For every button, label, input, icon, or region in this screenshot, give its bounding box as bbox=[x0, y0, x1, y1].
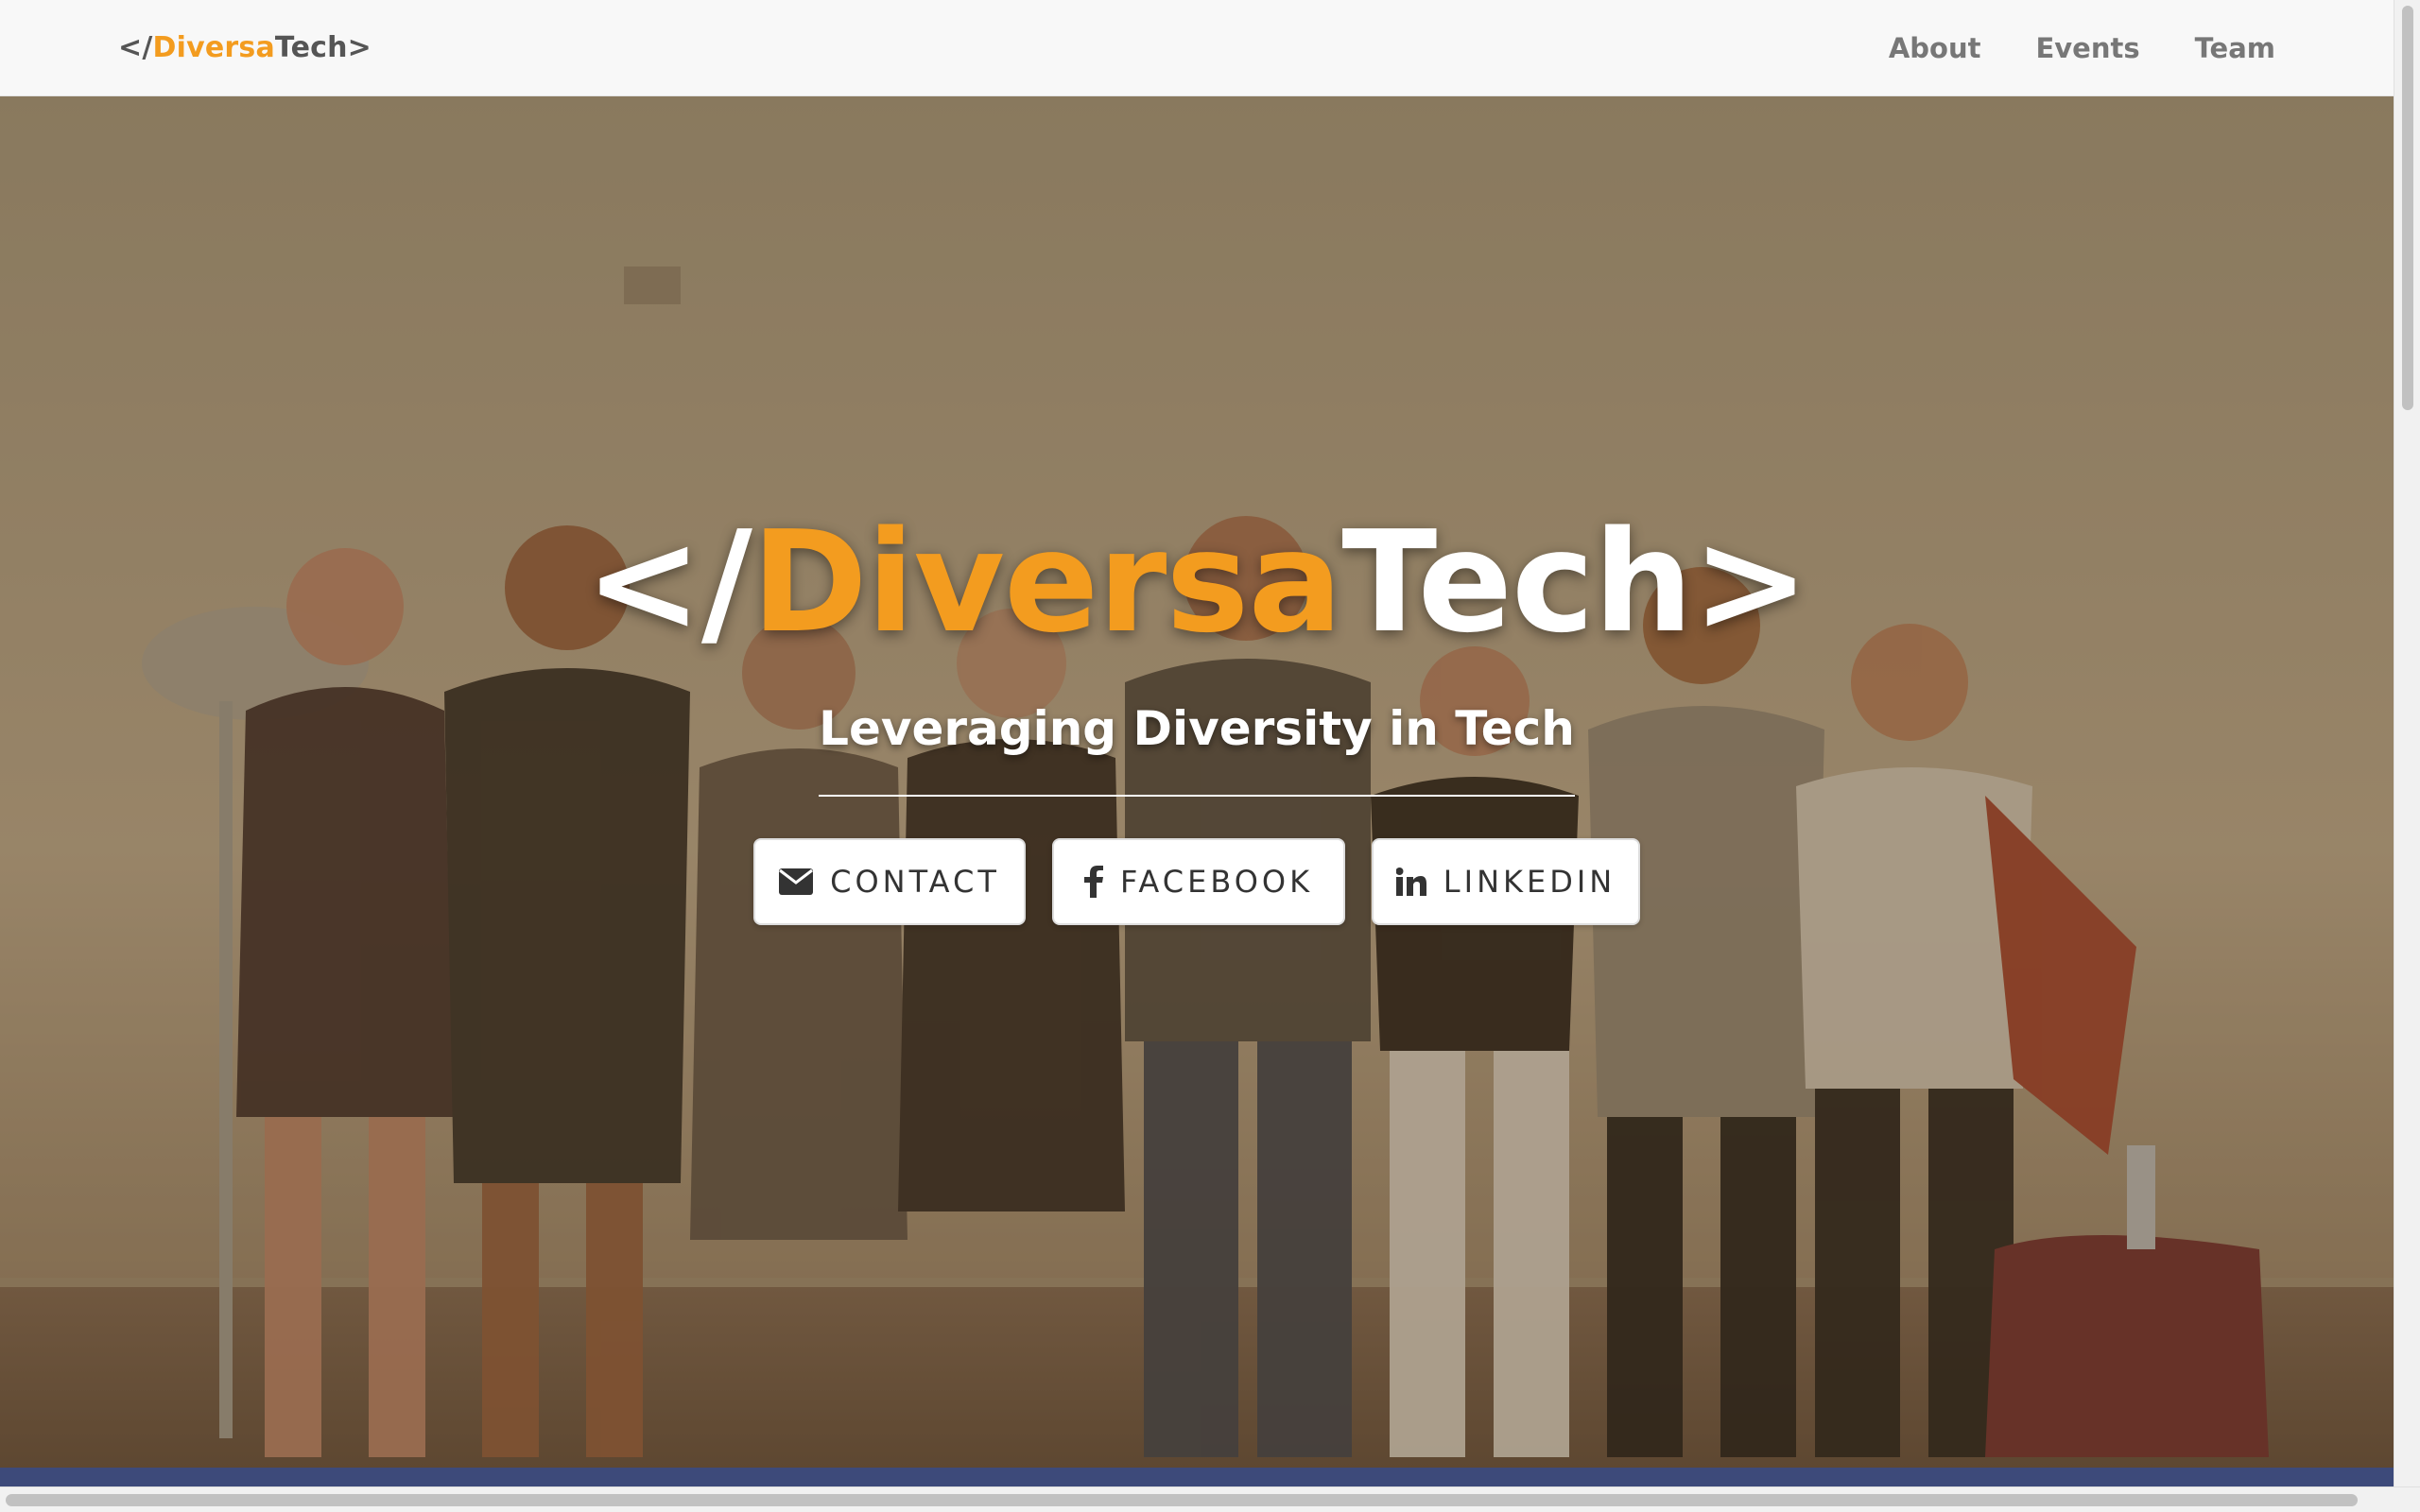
linkedin-button[interactable]: LINKEDIN bbox=[1372, 838, 1640, 925]
hero-title-accent: Diversa bbox=[751, 501, 1342, 663]
social-button-row: CONTACT FACEBOOK LINKEDIN bbox=[0, 838, 2394, 925]
hero-title-suffix: Tech> bbox=[1341, 501, 1809, 663]
top-navbar: </DiversaTech> About Events Team bbox=[0, 0, 2394, 96]
nav-links: About Events Team bbox=[1889, 32, 2275, 64]
brand-suffix: Tech> bbox=[274, 31, 372, 64]
contact-button[interactable]: CONTACT bbox=[753, 838, 1026, 925]
hero-content: </DiversaTech> Leveraging Diversity in T… bbox=[0, 96, 2394, 1468]
linkedin-icon bbox=[1395, 868, 1426, 896]
page: </DiversaTech> About Events Team </Diver… bbox=[0, 0, 2420, 1512]
vertical-scrollbar[interactable] bbox=[2394, 0, 2420, 1486]
brand-prefix: </ bbox=[118, 31, 153, 64]
nav-link-events[interactable]: Events bbox=[2035, 32, 2139, 64]
nav-link-team[interactable]: Team bbox=[2195, 32, 2275, 64]
linkedin-button-label: LINKEDIN bbox=[1443, 864, 1616, 900]
hero-title: </DiversaTech> bbox=[0, 512, 2394, 652]
facebook-button-label: FACEBOOK bbox=[1119, 864, 1314, 900]
facebook-icon bbox=[1083, 866, 1103, 898]
brand-accent: Diversa bbox=[152, 31, 275, 64]
vertical-scrollbar-thumb[interactable] bbox=[2402, 6, 2413, 410]
brand-logo-link[interactable]: </DiversaTech> bbox=[118, 31, 372, 64]
hero-divider bbox=[819, 795, 1575, 797]
hero-subtitle: Leveraging Diversity in Tech bbox=[819, 701, 1575, 756]
envelope-icon bbox=[779, 868, 814, 895]
contact-button-label: CONTACT bbox=[830, 864, 1000, 900]
hero-title-prefix: </ bbox=[584, 501, 752, 663]
hero-section: </DiversaTech> Leveraging Diversity in T… bbox=[0, 96, 2394, 1468]
facebook-button[interactable]: FACEBOOK bbox=[1052, 838, 1345, 925]
next-section-strip bbox=[0, 1468, 2394, 1486]
horizontal-scrollbar[interactable] bbox=[0, 1486, 2420, 1512]
nav-link-about[interactable]: About bbox=[1889, 32, 1981, 64]
horizontal-scrollbar-thumb[interactable] bbox=[6, 1494, 2358, 1506]
